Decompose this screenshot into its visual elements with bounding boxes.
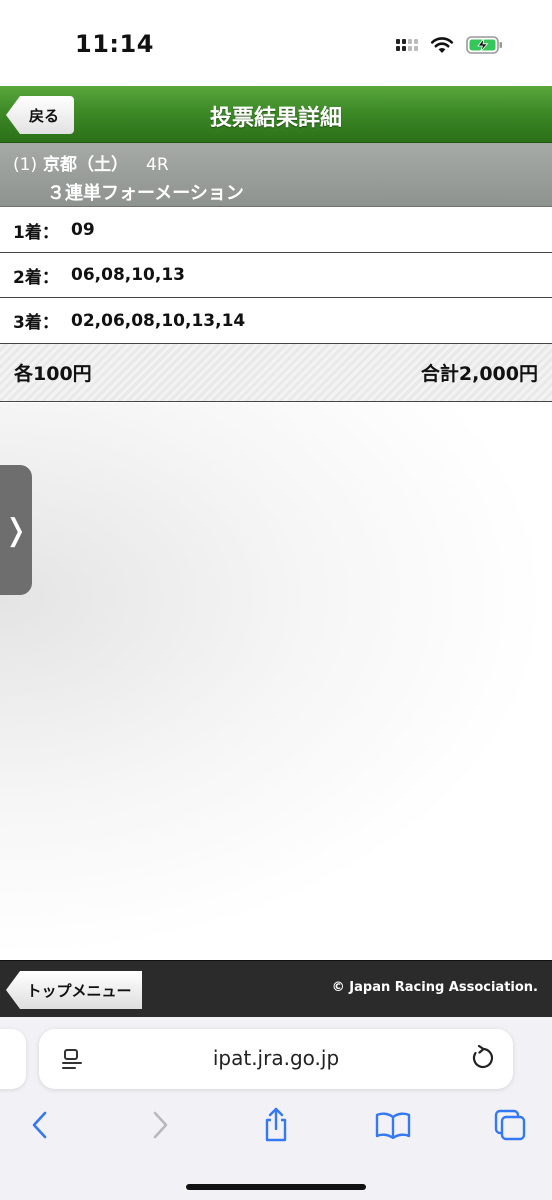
- address-bar[interactable]: ipat.jra.go.jp: [39, 1029, 513, 1089]
- race-info-line: (1) 京都（土） 4R: [13, 150, 552, 175]
- top-menu-label: トップメニュー: [26, 981, 132, 1000]
- share-button[interactable]: [256, 1105, 296, 1145]
- url-text[interactable]: ipat.jra.go.jp: [39, 1046, 513, 1070]
- browser-toolbar: [0, 1105, 552, 1155]
- app-header: 戻る 投票結果詳細: [0, 86, 552, 143]
- book-icon: [375, 1112, 411, 1139]
- placing-horses: 06,08,10,13: [71, 265, 186, 285]
- placing-horses: 09: [71, 220, 95, 240]
- chevron-right-icon: [153, 1111, 168, 1139]
- status-icons: [396, 33, 504, 57]
- tabs-button[interactable]: [490, 1105, 530, 1145]
- placing-row-2: 2着： 06,08,10,13: [0, 253, 552, 298]
- placing-horses: 02,06,08,10,13,14: [71, 310, 246, 331]
- tabs-icon: [494, 1109, 526, 1141]
- placing-label: 1着：: [13, 222, 59, 243]
- content-area: [0, 403, 552, 960]
- amount-each: 各100円: [14, 363, 92, 385]
- bet-type: ３連単フォーメーション: [47, 183, 244, 204]
- side-panel-handle[interactable]: ❭: [0, 465, 32, 595]
- page-title: 投票結果詳細: [209, 106, 342, 131]
- browser-forward-button[interactable]: [140, 1105, 180, 1145]
- placing-label: 3着：: [13, 313, 59, 333]
- browser-chrome: ipat.jra.go.jp: [0, 1017, 552, 1200]
- footer-bar: トップメニュー © Japan Racing Association.: [0, 960, 552, 1017]
- wifi-icon: [430, 36, 454, 54]
- race-number: 4R: [146, 155, 169, 175]
- placing-row-1: 1着： 09: [0, 208, 552, 253]
- chevron-left-icon: [32, 1111, 47, 1139]
- totals-row: 各100円 合計2,000円: [0, 343, 552, 402]
- copyright-text: © Japan Racing Association.: [331, 980, 538, 995]
- chevron-right-icon: ❭: [3, 512, 29, 548]
- race-venue-day: 京都（土）: [43, 155, 129, 175]
- top-menu-button[interactable]: トップメニュー: [6, 971, 142, 1009]
- share-icon: [265, 1107, 287, 1142]
- browser-back-button[interactable]: [20, 1105, 60, 1145]
- status-bar: 11:14: [0, 0, 552, 86]
- app-screen: 11:14 戻る 投票結果詳細 (1) 京都（土） 4R ３連単フォーメーション…: [0, 0, 552, 1200]
- status-time: 11:14: [75, 30, 154, 58]
- placing-label: 2着：: [13, 267, 59, 288]
- battery-charging-icon: [466, 35, 504, 55]
- bookmarks-button[interactable]: [373, 1105, 413, 1145]
- reload-icon[interactable]: [471, 1044, 495, 1075]
- amount-total: 合計2,000円: [420, 363, 538, 385]
- previous-tab-card[interactable]: [0, 1029, 26, 1089]
- cellular-signal-icon: [396, 39, 418, 51]
- race-info-band: (1) 京都（土） 4R ３連単フォーメーション: [0, 143, 552, 207]
- placing-row-3: 3着： 02,06,08,10,13,14: [0, 298, 552, 343]
- race-index: (1): [13, 155, 38, 175]
- home-indicator: [186, 1184, 366, 1190]
